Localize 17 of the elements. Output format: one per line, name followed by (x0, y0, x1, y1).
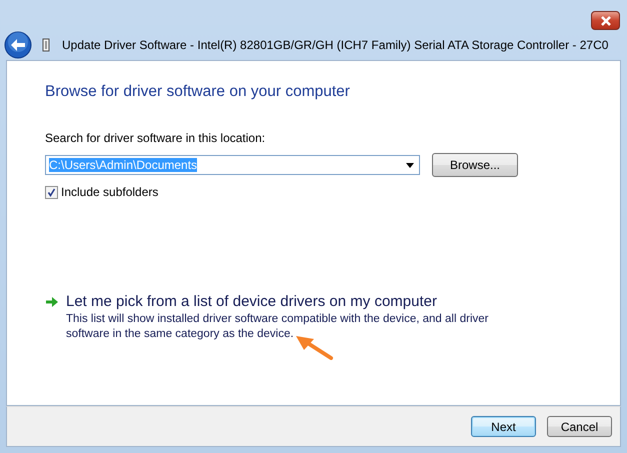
window-title: Update Driver Software - Intel(R) 82801GB/GR/GH (ICH7 Family) Serial ATA Storage Controller - 27C0 (62, 38, 608, 52)
arrow-right-icon (45, 296, 59, 308)
dialog-button[interactable]: Cancel (547, 416, 612, 437)
checkbox-label[interactable]: Include subfolders (61, 185, 158, 199)
location-value: C:\Users\Admin\Documents (49, 158, 198, 172)
browse-button[interactable]: Browse... (432, 153, 518, 177)
caret-icon (406, 162, 414, 168)
search-location-label: Search for driver software in this location: (45, 131, 266, 145)
checkbox[interactable] (45, 186, 58, 198)
page-heading: Browse for driver software on your computer (45, 83, 351, 101)
dialog-button[interactable]: Next (471, 416, 536, 437)
device-icon (42, 38, 50, 52)
annotation-arrow (294, 334, 334, 360)
close-button[interactable] (591, 11, 620, 30)
option-description: This list will show installed driver software compatible with the device, and all driver software in the same category as the device. (66, 312, 490, 342)
close-icon (600, 16, 612, 26)
option-link[interactable]: Let me pick from a list of device drivers on my computer (66, 293, 516, 310)
